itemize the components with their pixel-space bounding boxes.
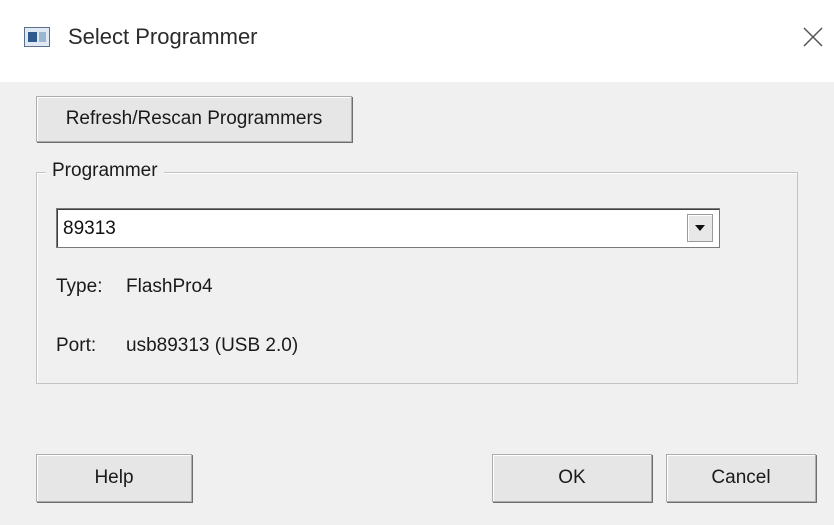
chevron-down-icon bbox=[695, 225, 705, 231]
type-value: FlashPro4 bbox=[126, 276, 213, 297]
dialog-title: Select Programmer bbox=[68, 24, 258, 49]
ok-button[interactable]: OK bbox=[492, 454, 652, 502]
app-window-icon bbox=[24, 27, 50, 47]
close-icon bbox=[803, 27, 823, 47]
programmer-select[interactable]: 89313 bbox=[56, 208, 720, 248]
type-row: Type: FlashPro4 bbox=[56, 276, 213, 298]
refresh-rescan-button[interactable]: Refresh/Rescan Programmers bbox=[36, 96, 352, 142]
dropdown-arrow-button[interactable] bbox=[687, 214, 713, 242]
cancel-button[interactable]: Cancel bbox=[666, 454, 816, 502]
help-button[interactable]: Help bbox=[36, 454, 192, 502]
programmer-group-label: Programmer bbox=[46, 160, 164, 182]
title-bar: Select Programmer bbox=[0, 0, 834, 82]
type-label: Type: bbox=[56, 276, 103, 297]
close-button[interactable] bbox=[796, 20, 830, 54]
programmer-select-value: 89313 bbox=[63, 218, 116, 239]
port-row: Port: usb89313 (USB 2.0) bbox=[56, 335, 298, 357]
port-value: usb89313 (USB 2.0) bbox=[126, 335, 299, 356]
select-programmer-dialog: Select Programmer Refresh/Rescan Program… bbox=[0, 0, 834, 525]
port-label: Port: bbox=[56, 335, 97, 356]
